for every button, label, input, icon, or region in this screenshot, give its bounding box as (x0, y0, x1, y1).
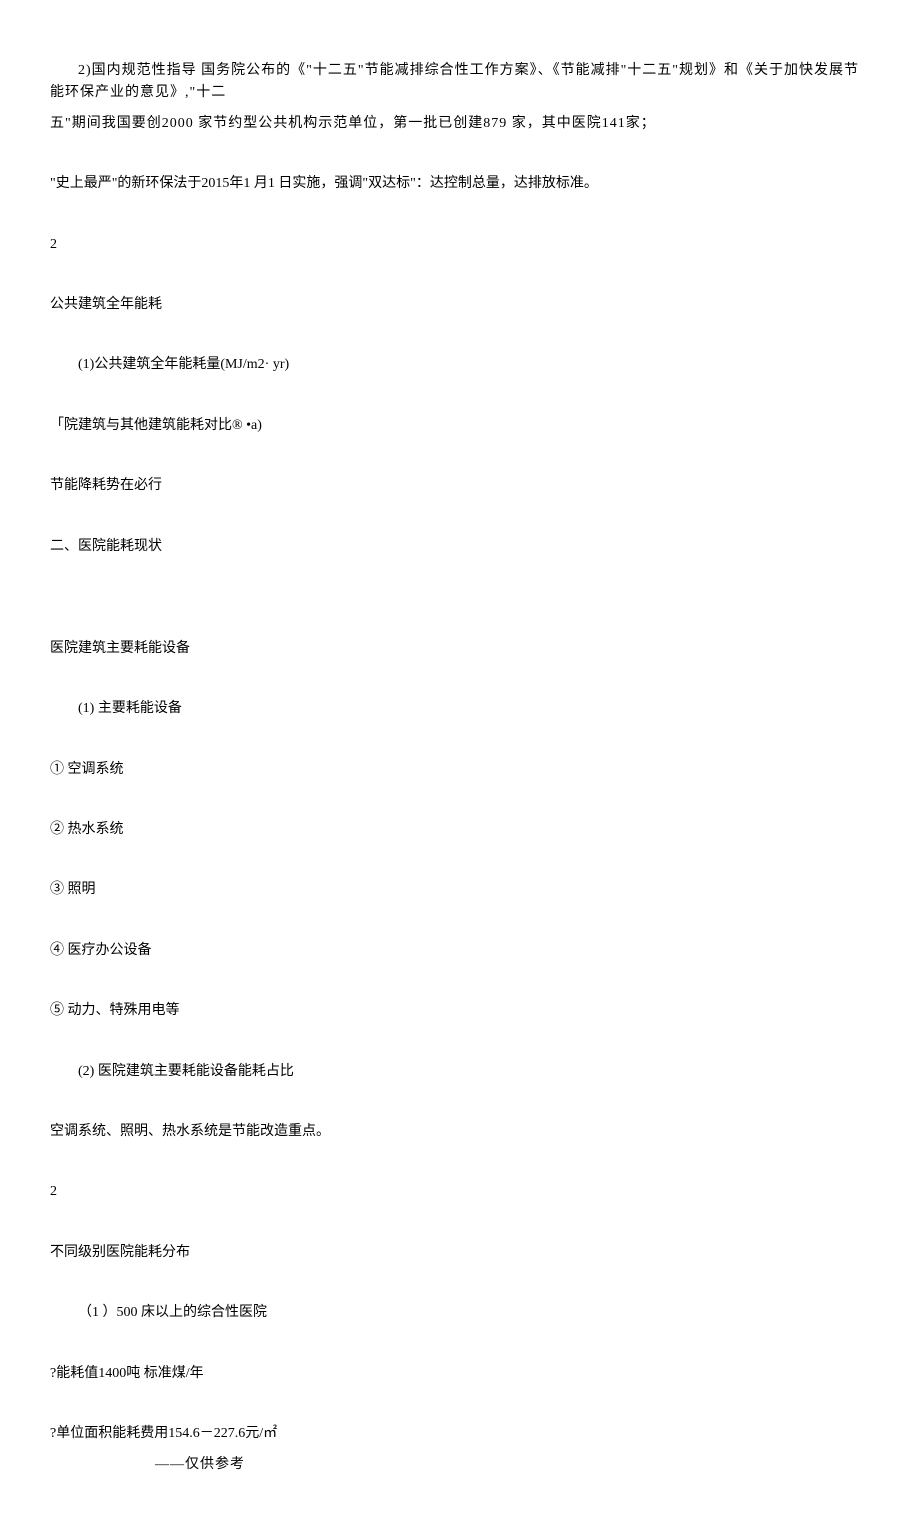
list-item-lighting: ③ 照明 (50, 879, 870, 901)
paragraph: 「院建筑与其他建筑能耗对比® •a) (50, 415, 870, 437)
footer-reference-only: ——仅供参考 (50, 1453, 870, 1473)
paragraph: 节能降耗势在必行 (50, 475, 870, 497)
list-item-medical: ④ 医疗办公设备 (50, 940, 870, 962)
heading-public-building: 公共建筑全年能耗 (50, 294, 870, 316)
section-number: 2 (50, 1181, 870, 1203)
document-page: 2)国内规范性指导 国务院公布的《"十二五"节能减排综合性工作方案》、《节能减排… (0, 0, 920, 1513)
paragraph: 空调系统、照明、热水系统是节能改造重点。 (50, 1121, 870, 1143)
heading-hospital-levels: 不同级别医院能耗分布 (50, 1242, 870, 1264)
paragraph: "史上最严"的新环保法于2015年1 月1 日实施，强调"双达标"：达控制总量，… (50, 173, 870, 195)
list-item: (1) 主要耗能设备 (50, 698, 870, 720)
section-number: 2 (50, 234, 870, 256)
data-value-energy: ?能耗值1400吨 标准煤/年 (50, 1363, 870, 1385)
list-item-ac: ① 空调系统 (50, 759, 870, 781)
heading-equipment: 医院建筑主要耗能设备 (50, 638, 870, 660)
list-item-power: ⑤ 动力、特殊用电等 (50, 1000, 870, 1022)
paragraph: 五"期间我国要创2000 家节约型公共机构示范单位，第一批已创建879 家，其中… (50, 113, 870, 135)
data-value-cost: ?单位面积能耗费用154.6－227.6元/㎡ (50, 1423, 870, 1445)
list-item-hot-water: ② 热水系统 (50, 819, 870, 841)
list-item: （1 ）500 床以上的综合性医院 (50, 1302, 870, 1324)
list-item: (1)公共建筑全年能耗量(MJ/m2· yr) (50, 354, 870, 376)
paragraph: 2)国内规范性指导 国务院公布的《"十二五"节能减排综合性工作方案》、《节能减排… (50, 60, 870, 105)
list-item: (2) 医院建筑主要耗能设备能耗占比 (50, 1061, 870, 1083)
heading-hospital-energy: 二、医院能耗现状 (50, 536, 870, 558)
